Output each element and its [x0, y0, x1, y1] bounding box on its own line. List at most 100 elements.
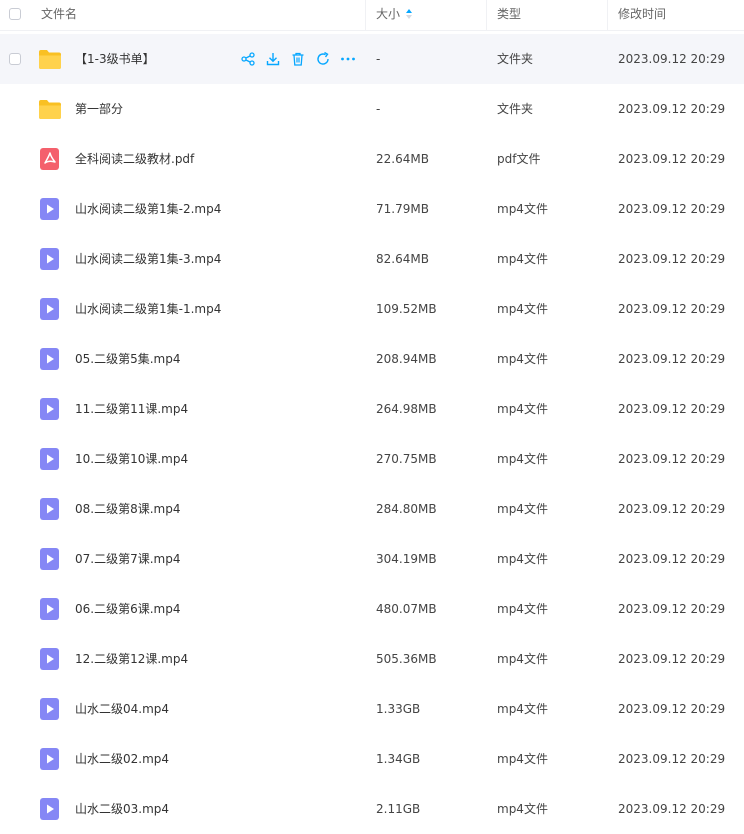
file-row[interactable]: 06.二级第6课.mp4 480.07MB mp4文件 2023.09.12 20:2… [0, 584, 744, 634]
file-type: 文件夹 [497, 102, 534, 116]
file-row[interactable]: 第一部分 - 文件夹 2023.09.12 20:29 [0, 84, 744, 134]
file-modified-time: 2023.09.12 20:29 [618, 252, 726, 266]
file-modified-time: 2023.09.12 20:29 [618, 502, 726, 516]
file-name[interactable]: 山水二级03.mp4 [75, 784, 169, 834]
video-icon [38, 548, 62, 570]
video-icon [38, 698, 62, 720]
video-icon [38, 598, 62, 620]
file-row[interactable]: 【1-3级书单】 - 文件夹 2023.09.12 20:29 [0, 34, 744, 84]
file-name[interactable]: 10.二级第10课.mp4 [75, 434, 188, 484]
video-icon [38, 298, 62, 320]
file-size: 1.34GB [376, 752, 421, 766]
download-icon[interactable] [265, 51, 281, 67]
column-header-time[interactable]: 修改时间 [618, 0, 666, 30]
file-modified-time: 2023.09.12 20:29 [618, 302, 726, 316]
file-type: mp4文件 [497, 202, 548, 216]
file-size: 208.94MB [376, 352, 437, 366]
video-icon [38, 398, 62, 420]
file-name[interactable]: 第一部分 [75, 84, 123, 134]
file-row[interactable]: 05.二级第5集.mp4 208.94MB mp4文件 2023.09.12 20:2… [0, 334, 744, 384]
file-size: - [376, 52, 381, 66]
file-type: mp4文件 [497, 702, 548, 716]
file-type: mp4文件 [497, 402, 548, 416]
video-icon [38, 448, 62, 470]
column-divider [607, 0, 608, 30]
file-size: 505.36MB [376, 652, 437, 666]
sort-ascending-icon[interactable] [406, 9, 413, 19]
column-header-type[interactable]: 类型 [497, 0, 521, 30]
file-name[interactable]: 【1-3级书单】 [75, 34, 155, 84]
file-modified-time: 2023.09.12 20:29 [618, 52, 726, 66]
select-all-checkbox[interactable] [9, 8, 21, 20]
file-size: 1.33GB [376, 702, 421, 716]
file-size: 109.52MB [376, 302, 437, 316]
video-icon [38, 798, 62, 820]
file-size: 270.75MB [376, 452, 437, 466]
file-name[interactable]: 12.二级第12课.mp4 [75, 634, 188, 684]
file-row[interactable]: 07.二级第7课.mp4 304.19MB mp4文件 2023.09.12 20:2… [0, 534, 744, 584]
file-name[interactable]: 山水阅读二级第1集-3.mp4 [75, 234, 221, 284]
video-icon [38, 348, 62, 370]
file-name[interactable]: 山水阅读二级第1集-1.mp4 [75, 284, 221, 334]
file-size: 71.79MB [376, 202, 429, 216]
file-row[interactable]: 山水二级02.mp4 1.34GB mp4文件 2023.09.12 20:29 [0, 734, 744, 784]
file-name[interactable]: 11.二级第11课.mp4 [75, 384, 188, 434]
file-row[interactable]: 山水阅读二级第1集-3.mp4 82.64MB mp4文件 2023.09.12 20… [0, 234, 744, 284]
file-row[interactable]: 山水二级03.mp4 2.11GB mp4文件 2023.09.12 20:29 [0, 784, 744, 834]
file-modified-time: 2023.09.12 20:29 [618, 202, 726, 216]
file-size: 22.64MB [376, 152, 429, 166]
row-checkbox[interactable] [9, 53, 21, 65]
delete-icon[interactable] [290, 51, 306, 67]
video-icon [38, 198, 62, 220]
file-name[interactable]: 山水二级04.mp4 [75, 684, 169, 734]
file-modified-time: 2023.09.12 20:29 [618, 602, 726, 616]
file-modified-time: 2023.09.12 20:29 [618, 352, 726, 366]
file-type: pdf文件 [497, 152, 541, 166]
refresh-icon[interactable] [315, 51, 331, 67]
file-type: mp4文件 [497, 352, 548, 366]
file-modified-time: 2023.09.12 20:29 [618, 152, 726, 166]
folder-icon [38, 48, 62, 70]
file-type: mp4文件 [497, 802, 548, 816]
video-icon [38, 648, 62, 670]
file-row[interactable]: 全科阅读二级教材.pdf 22.64MB pdf文件 2023.09.12 20:29 [0, 134, 744, 184]
column-header-name[interactable]: 文件名 [41, 0, 77, 30]
file-row[interactable]: 08.二级第8课.mp4 284.80MB mp4文件 2023.09.12 20:2… [0, 484, 744, 534]
video-icon [38, 748, 62, 770]
file-type: mp4文件 [497, 652, 548, 666]
file-type: 文件夹 [497, 52, 534, 66]
column-divider [486, 0, 487, 30]
file-row[interactable]: 11.二级第11课.mp4 264.98MB mp4文件 2023.09.12 20:… [0, 384, 744, 434]
column-header-size[interactable]: 大小 [376, 0, 413, 30]
video-icon [38, 498, 62, 520]
file-type: mp4文件 [497, 602, 548, 616]
file-name[interactable]: 05.二级第5集.mp4 [75, 334, 180, 384]
file-modified-time: 2023.09.12 20:29 [618, 702, 726, 716]
file-name[interactable]: 06.二级第6课.mp4 [75, 584, 180, 634]
file-row[interactable]: 山水二级04.mp4 1.33GB mp4文件 2023.09.12 20:29 [0, 684, 744, 734]
file-size: - [376, 102, 381, 116]
share-icon[interactable] [240, 51, 256, 67]
file-modified-time: 2023.09.12 20:29 [618, 452, 726, 466]
file-name[interactable]: 全科阅读二级教材.pdf [75, 134, 194, 184]
file-name[interactable]: 07.二级第7课.mp4 [75, 534, 180, 584]
video-icon [38, 248, 62, 270]
file-list-header: 文件名 大小 类型 修改时间 [0, 0, 744, 31]
file-size: 304.19MB [376, 552, 437, 566]
file-name[interactable]: 山水阅读二级第1集-2.mp4 [75, 184, 221, 234]
more-icon[interactable] [340, 51, 356, 67]
file-row[interactable]: 10.二级第10课.mp4 270.75MB mp4文件 2023.09.12 20:… [0, 434, 744, 484]
file-row[interactable]: 山水阅读二级第1集-1.mp4 109.52MB mp4文件 2023.09.12 2… [0, 284, 744, 334]
file-type: mp4文件 [497, 452, 548, 466]
file-modified-time: 2023.09.12 20:29 [618, 752, 726, 766]
file-name[interactable]: 山水二级02.mp4 [75, 734, 169, 784]
file-type: mp4文件 [497, 752, 548, 766]
file-type: mp4文件 [497, 502, 548, 516]
file-name[interactable]: 08.二级第8课.mp4 [75, 484, 180, 534]
file-row[interactable]: 12.二级第12课.mp4 505.36MB mp4文件 2023.09.12 20:… [0, 634, 744, 684]
file-row[interactable]: 山水阅读二级第1集-2.mp4 71.79MB mp4文件 2023.09.12 20… [0, 184, 744, 234]
file-modified-time: 2023.09.12 20:29 [618, 552, 726, 566]
file-size: 264.98MB [376, 402, 437, 416]
file-type: mp4文件 [497, 302, 548, 316]
pdf-icon [38, 148, 62, 170]
